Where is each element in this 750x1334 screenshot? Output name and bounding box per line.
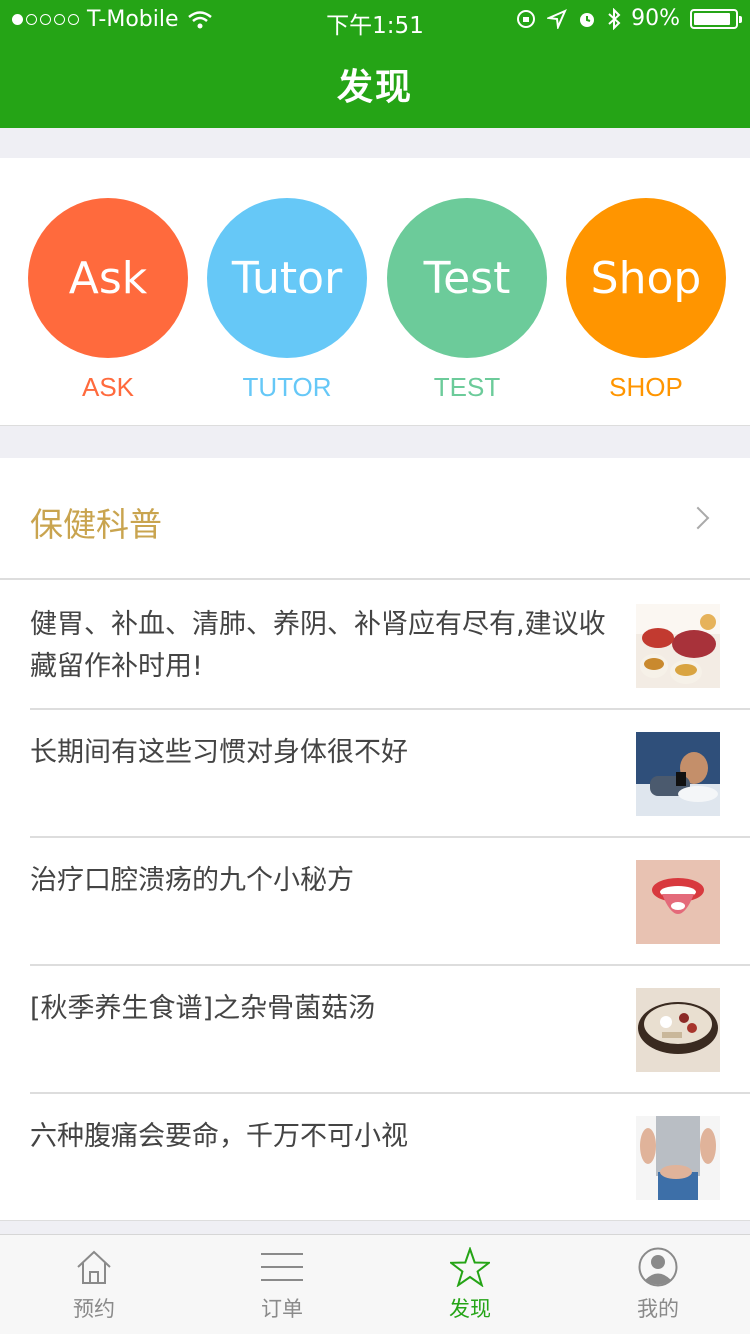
article-title: 健胃、补血、清肺、养阴、补肾应有尽有,建议收藏留作补时用! [30,609,606,682]
article-title: [秋季养生食谱]之杂骨菌菇汤 [30,993,376,1024]
article-row[interactable]: 健胃、补血、清肺、养阴、补肾应有尽有,建议收藏留作补时用! [0,582,750,710]
shop-circle[interactable]: Shop [566,198,726,358]
health-articles-section: 保健科普 健胃、补血、清肺、养阴、补肾应有尽有,建议收藏留作补时用! 长期间有这… [0,458,750,1221]
mouth-with-pill-image [636,860,720,944]
tab-label: 发现 [449,1297,491,1321]
test-button[interactable]: Test TEST [387,198,547,403]
tab-label: 订单 [261,1297,303,1321]
article-row[interactable]: 六种腹痛会要命，千万不可小视 [0,1094,750,1222]
tab-discover[interactable]: 发现 [376,1235,564,1334]
star-icon [450,1247,490,1287]
tutor-button[interactable]: Tutor TUTOR [207,198,367,403]
herbal-tea-image [636,604,720,688]
test-circle[interactable]: Test [387,198,547,358]
status-bar: T-Mobile 下午1:51 90% [0,0,750,40]
home-icon [77,1250,111,1284]
section-title: 保健科普 [30,505,162,544]
article-row[interactable]: 治疗口腔溃疡的九个小秘方 [0,838,750,966]
test-label: TEST [433,372,501,402]
tab-orders[interactable]: 订单 [188,1235,376,1334]
tutor-label: TUTOR [242,372,332,402]
tab-appointment[interactable]: 预约 [0,1235,188,1334]
article-row[interactable]: 长期间有这些习惯对身体很不好 [0,710,750,838]
shop-button[interactable]: Shop SHOP [566,198,726,403]
shop-label: SHOP [609,372,683,402]
location-icon [547,8,568,29]
battery-icon [690,8,742,29]
status-indicators: 90% [515,6,742,31]
bluetooth-icon [608,7,621,30]
tab-label: 预约 [73,1297,115,1321]
top-bar: T-Mobile 下午1:51 90% 发现 [0,0,750,128]
tab-label: 我的 [637,1297,679,1321]
tutor-circle[interactable]: Tutor [207,198,367,358]
rotation-lock-icon [517,9,536,28]
article-title: 治疗口腔溃疡的九个小秘方 [30,865,354,896]
ask-button[interactable]: Ask ASK [28,198,188,403]
man-using-phone-in-bed-image [636,732,720,816]
battery-percent: 90% [631,6,680,31]
quick-actions: Ask ASK Tutor TUTOR Test TEST Shop SHOP [0,158,750,426]
article-title: 六种腹痛会要命，千万不可小视 [30,1121,408,1152]
article-row[interactable]: [秋季养生食谱]之杂骨菌菇汤 [0,966,750,1094]
chevron-right-icon[interactable] [686,506,710,530]
profile-icon [638,1247,678,1287]
article-title: 长期间有这些习惯对身体很不好 [30,737,408,768]
tab-profile[interactable]: 我的 [564,1235,750,1334]
section-header[interactable]: 保健科普 [0,458,750,580]
ask-circle[interactable]: Ask [28,198,188,358]
list-icon [261,1253,303,1281]
page-title: 发现 [336,67,413,108]
ask-label: ASK [81,372,135,402]
tab-bar: 预约 订单 发现 我的 [0,1234,750,1334]
abdominal-pain-image [636,1116,720,1200]
alarm-icon [580,12,595,27]
soup-bowl-image [636,988,720,1072]
